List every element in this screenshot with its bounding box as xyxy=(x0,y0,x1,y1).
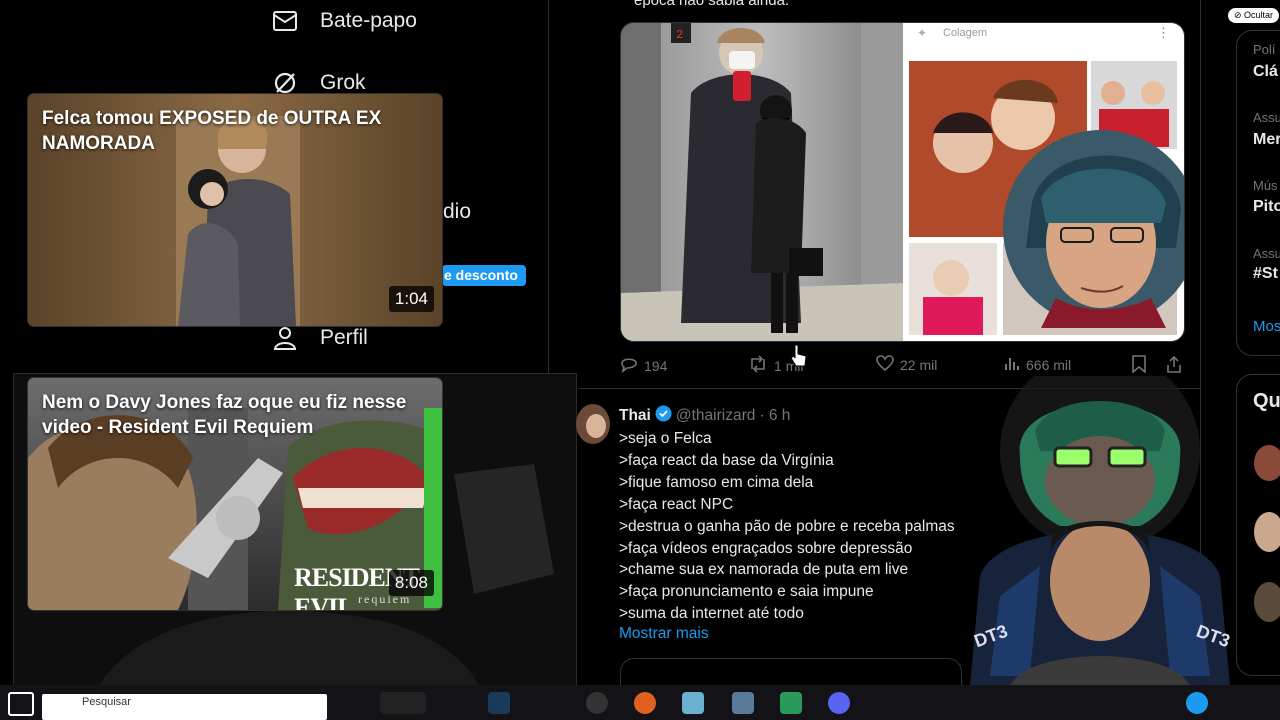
svg-text:2: 2 xyxy=(676,28,683,42)
discount-badge[interactable]: e desconto xyxy=(442,265,526,286)
elevator-photo: 2 xyxy=(621,23,903,341)
reply-count: 194 xyxy=(644,357,668,374)
tweet-body: >seja o Felca >faça react da base da Vir… xyxy=(619,430,955,623)
post-actions: 194 1 mil 22 mil 666 mil xyxy=(620,355,1185,377)
like-count: 22 mil xyxy=(900,356,938,373)
hide-button[interactable]: ⊘ Ocultar xyxy=(1228,8,1280,23)
trend-title-4[interactable]: #St xyxy=(1253,265,1278,283)
grok-icon xyxy=(272,70,298,96)
trend-category-3: Mús xyxy=(1253,178,1278,193)
tweet-time[interactable]: · 6 h xyxy=(759,407,790,425)
search-input[interactable]: Pesquisar xyxy=(42,694,327,720)
trend-category-2: Assu xyxy=(1253,110,1280,125)
reply-icon xyxy=(620,355,638,376)
anime-avatar-overlay xyxy=(1003,130,1184,328)
hide-icon: ⊘ xyxy=(1234,10,1245,20)
discord-icon[interactable] xyxy=(828,692,850,714)
taskbar-app-3[interactable] xyxy=(634,692,656,714)
tweet-header: Thai @thairizard · 6 h xyxy=(619,405,790,427)
tweet-handle[interactable]: @thairizard xyxy=(676,407,755,425)
repost-icon xyxy=(748,355,768,376)
hide-label: Ocultar xyxy=(1244,10,1274,20)
heart-icon xyxy=(876,355,894,374)
video-card-2[interactable]: RESIDENT EVIL requiem Nem o Davy Jones f… xyxy=(28,378,442,610)
views-count: 666 mil xyxy=(1026,356,1072,373)
suggested-avatar-1[interactable] xyxy=(1254,445,1280,481)
search-placeholder: Pesquisar xyxy=(82,696,131,708)
nav-label-grok: Grok xyxy=(320,71,366,94)
taskbar-app-4[interactable] xyxy=(682,692,704,714)
like-button[interactable]: 22 mil xyxy=(876,355,937,374)
share-button[interactable] xyxy=(1166,355,1182,376)
nav-item-grok[interactable]: Grok xyxy=(272,70,366,96)
views-button[interactable]: 666 mil xyxy=(1004,355,1071,374)
avatar[interactable] xyxy=(576,404,610,444)
taskbar-app-2[interactable] xyxy=(488,692,510,714)
envelope-icon xyxy=(272,8,298,34)
suggested-avatar-2[interactable] xyxy=(1254,512,1280,552)
post-partial-text: época não sabia ainda. xyxy=(634,0,790,9)
person-icon xyxy=(272,325,298,351)
trend-title-1[interactable]: Clá xyxy=(1253,63,1278,81)
nav-label-partial: dio xyxy=(443,200,472,223)
video-duration-2: 8:08 xyxy=(388,570,434,596)
taskbar-app-5[interactable] xyxy=(780,692,802,714)
show-more-trends-link[interactable]: Mos xyxy=(1253,318,1280,335)
show-more-link[interactable]: Mostrar mais xyxy=(619,625,709,643)
calculator-icon[interactable] xyxy=(732,692,754,714)
trend-title-2[interactable]: Mer xyxy=(1253,131,1280,149)
video-duration-1: 1:04 xyxy=(388,286,434,312)
nav-item-profile[interactable]: Perfil xyxy=(272,325,368,351)
trend-category-4: Assu xyxy=(1253,246,1280,261)
webcam-overlay: DT3 DT3 xyxy=(960,376,1240,686)
taskbar-obs-icon[interactable] xyxy=(586,692,608,714)
bookmark-button[interactable] xyxy=(1132,355,1146,376)
start-icon[interactable] xyxy=(8,692,34,716)
video-title-2: Nem o Davy Jones faz oque eu fiz nesse v… xyxy=(42,392,407,438)
share-icon xyxy=(1166,355,1182,376)
video-card-1[interactable]: Felca tomou EXPOSED de OUTRA EX NAMORADA… xyxy=(28,94,442,326)
nav-label-profile: Perfil xyxy=(320,326,368,349)
nav-label-chat: Bate-papo xyxy=(320,9,417,32)
trend-title-3[interactable]: Pito xyxy=(1253,198,1280,216)
video-title-1: Felca tomou EXPOSED de OUTRA EX NAMORADA xyxy=(42,108,382,154)
reply-button[interactable]: 194 xyxy=(620,355,667,376)
bar-chart-icon xyxy=(1004,355,1020,374)
post-media[interactable]: 2 ✦ Colagem ⋮ xyxy=(620,22,1185,342)
chat-fab-icon[interactable] xyxy=(1186,692,1208,714)
taskbar-app-1[interactable] xyxy=(380,692,426,714)
nav-item-chat[interactable]: Bate-papo xyxy=(272,8,417,34)
cursor-hand-icon xyxy=(790,344,808,373)
trend-category-1: Polí xyxy=(1253,42,1276,57)
tweet-author-name[interactable]: Thai xyxy=(619,407,651,425)
suggested-avatar-3[interactable] xyxy=(1254,582,1280,622)
who-to-follow-title: Qu xyxy=(1253,390,1280,412)
verified-badge-icon xyxy=(655,405,672,427)
bookmark-icon xyxy=(1132,355,1146,376)
